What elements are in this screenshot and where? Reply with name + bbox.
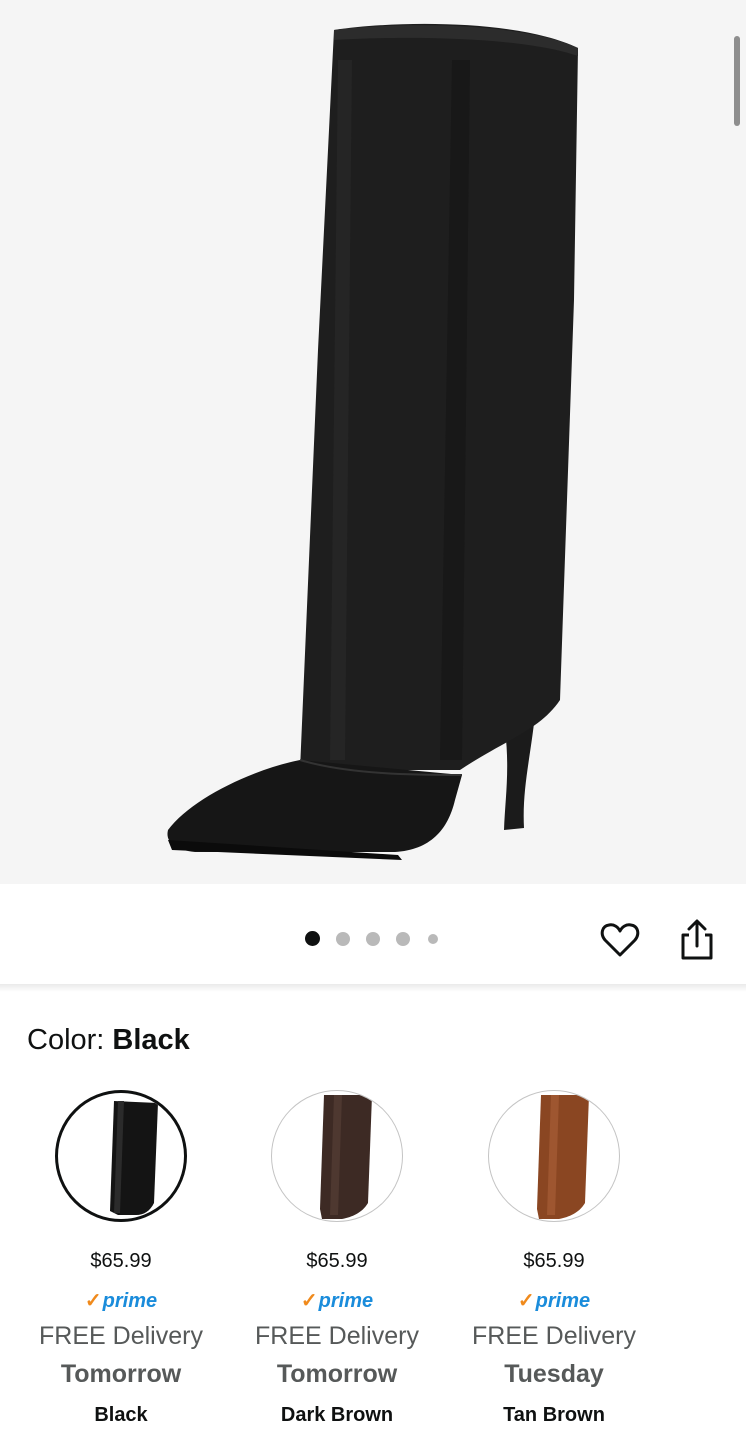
swatch-price: $65.99 bbox=[306, 1250, 368, 1272]
color-label: Color: Black bbox=[27, 1024, 190, 1057]
delivery-day: Tomorrow bbox=[276, 1360, 398, 1388]
color-label-prefix: Color: bbox=[27, 1024, 105, 1056]
pagination-dot[interactable] bbox=[396, 932, 410, 946]
color-swatch-black[interactable]: $65.99 ✓prime FREE Delivery Tomorrow Bla… bbox=[13, 1090, 229, 1440]
pagination-dot[interactable] bbox=[366, 932, 380, 946]
swatch-color-name: Dark Brown bbox=[280, 1404, 394, 1426]
color-swatch-dark-brown[interactable]: $65.99 ✓prime FREE Delivery Tomorrow Dar… bbox=[229, 1090, 445, 1440]
selected-color-name: Black bbox=[112, 1024, 190, 1056]
delivery-day: Tomorrow bbox=[60, 1360, 182, 1388]
swatch-thumbnail[interactable] bbox=[488, 1090, 620, 1222]
prime-label: prime bbox=[102, 1290, 158, 1312]
product-image-gallery[interactable] bbox=[0, 0, 746, 884]
prime-label: prime bbox=[318, 1290, 374, 1312]
prime-badge: ✓prime bbox=[446, 1288, 662, 1313]
heart-icon[interactable] bbox=[597, 917, 643, 963]
scrollbar[interactable] bbox=[734, 36, 740, 126]
prime-badge: ✓prime bbox=[13, 1288, 229, 1313]
delivery-label: FREE Delivery bbox=[39, 1322, 203, 1350]
pagination-dot[interactable] bbox=[428, 934, 438, 944]
gallery-controls bbox=[0, 884, 746, 984]
swatch-thumbnail[interactable] bbox=[55, 1090, 187, 1222]
delivery-label: FREE Delivery bbox=[472, 1322, 636, 1350]
swatch-color-name: Black bbox=[94, 1404, 148, 1426]
pagination-dot[interactable] bbox=[336, 932, 350, 946]
swatch-color-name: Tan Brown bbox=[503, 1404, 605, 1426]
swatch-price: $65.99 bbox=[90, 1250, 152, 1272]
section-divider bbox=[0, 984, 746, 992]
check-icon: ✓ bbox=[300, 1290, 318, 1312]
pagination-dot[interactable] bbox=[305, 931, 320, 946]
check-icon: ✓ bbox=[84, 1290, 102, 1312]
prime-badge: ✓prime bbox=[229, 1288, 445, 1313]
share-icon[interactable] bbox=[674, 917, 720, 963]
prime-label: prime bbox=[535, 1290, 591, 1312]
color-swatch-tan-brown[interactable]: $65.99 ✓prime FREE Delivery Tuesday Tan … bbox=[446, 1090, 662, 1440]
delivery-day: Tuesday bbox=[504, 1360, 604, 1388]
delivery-label: FREE Delivery bbox=[255, 1322, 419, 1350]
product-image[interactable] bbox=[0, 0, 746, 884]
check-icon: ✓ bbox=[517, 1290, 535, 1312]
swatch-thumbnail[interactable] bbox=[271, 1090, 403, 1222]
swatch-price: $65.99 bbox=[523, 1250, 585, 1272]
